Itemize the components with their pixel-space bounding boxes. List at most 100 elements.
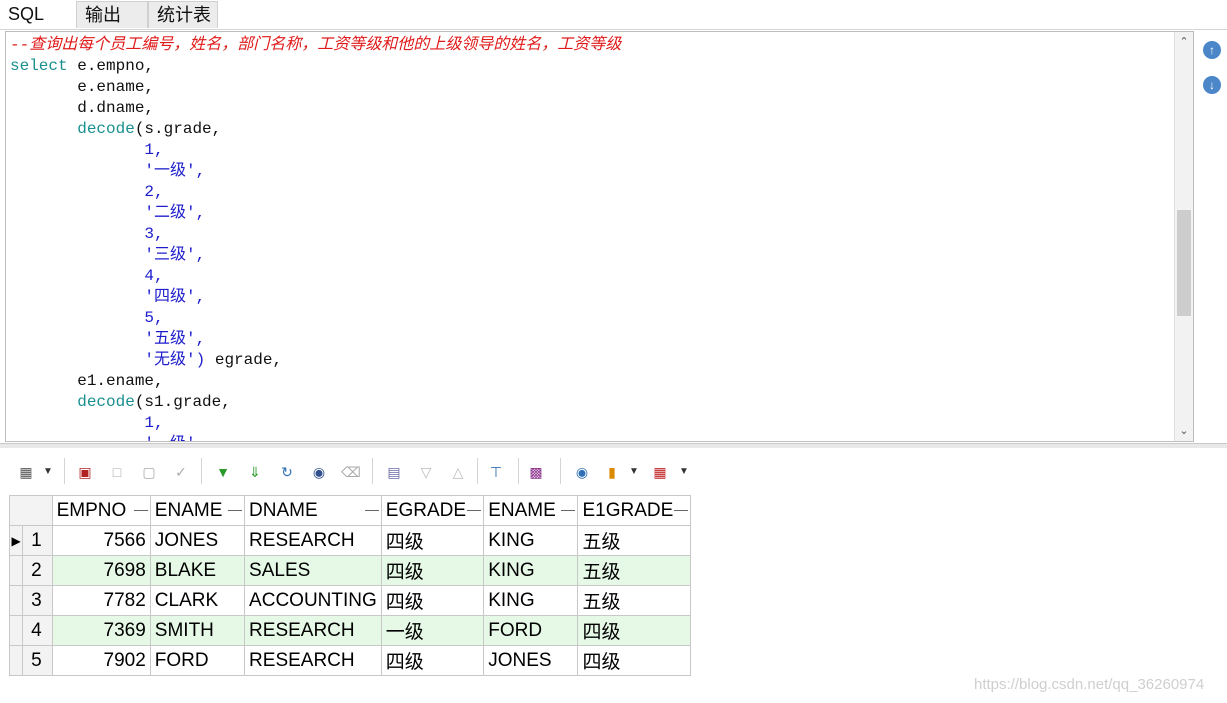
- lock-icon[interactable]: ▣: [75, 462, 95, 482]
- cell-dname[interactable]: RESEARCH: [244, 525, 382, 556]
- cell-dname[interactable]: ACCOUNTING: [244, 585, 382, 616]
- sort-desc-icon[interactable]: ▽: [416, 462, 436, 482]
- row-indicator[interactable]: [8, 645, 24, 676]
- cell-egrade[interactable]: 四级: [380, 585, 485, 616]
- cell-empno[interactable]: 7698: [51, 555, 151, 586]
- cell-e1grade[interactable]: 五级: [577, 585, 691, 616]
- cell-ename[interactable]: SMITH: [149, 615, 246, 646]
- code-line: decode(s1.grade,: [10, 392, 621, 413]
- row-number[interactable]: 1: [22, 525, 53, 556]
- code-token-str: '五级',: [144, 330, 206, 348]
- cell-dname[interactable]: RESEARCH: [244, 645, 382, 676]
- cell-e1grade[interactable]: 五级: [577, 555, 691, 586]
- row-number[interactable]: 3: [22, 585, 53, 616]
- code-line: '三级',: [10, 245, 621, 266]
- column-header-empno[interactable]: EMPNO: [51, 495, 151, 526]
- find-icon[interactable]: ◉: [309, 462, 329, 482]
- cell-empno[interactable]: 7902: [51, 645, 151, 676]
- tab-statistics[interactable]: 统计表: [148, 1, 218, 28]
- row-number[interactable]: 5: [22, 645, 53, 676]
- table-row[interactable]: 3 7782 CLARK ACCOUNTING 四级 KING 五级: [8, 585, 691, 616]
- code-token-fn: decode: [77, 393, 135, 411]
- cell-dname[interactable]: RESEARCH: [244, 615, 382, 646]
- chart-dropdown-chevron-down-icon[interactable]: ▼: [624, 462, 644, 482]
- editor-vertical-scrollbar[interactable]: ⌃ ⌄: [1174, 32, 1193, 441]
- table-dropdown-chevron-down-icon[interactable]: ▼: [674, 462, 694, 482]
- cell-empno[interactable]: 7782: [51, 585, 151, 616]
- tab-output[interactable]: 输出: [76, 1, 148, 28]
- row-indicator[interactable]: [8, 555, 24, 586]
- row-number[interactable]: 4: [22, 615, 53, 646]
- code-line: '二级',: [10, 203, 621, 224]
- scroll-down-arrow-icon[interactable]: ⌄: [1178, 425, 1190, 437]
- current-row-indicator-icon[interactable]: ▶: [8, 525, 24, 556]
- cell-dname[interactable]: SALES: [244, 555, 382, 586]
- post-changes-icon[interactable]: ✓: [171, 462, 191, 482]
- code-token-rest: e1.ename,: [77, 372, 164, 390]
- column-header-manager-ename[interactable]: ENAME: [483, 495, 579, 526]
- table-row[interactable]: ▶ 1 7566 JONES RESEARCH 四级 KING 五级: [8, 525, 691, 556]
- delete-record-icon[interactable]: ▢: [139, 462, 159, 482]
- sql-code[interactable]: --查询出每个员工编号，姓名，部门名称，工资等级和他的上级领导的姓名，工资等级 s…: [10, 35, 621, 441]
- next-statement-icon[interactable]: ↓: [1203, 76, 1221, 94]
- cell-ename[interactable]: FORD: [149, 645, 246, 676]
- code-line: 3,: [10, 224, 621, 245]
- code-token-str: '二级',: [144, 204, 206, 222]
- cell-e1grade[interactable]: 四级: [577, 645, 691, 676]
- cell-egrade[interactable]: 四级: [380, 645, 485, 676]
- sql-editor[interactable]: --查询出每个员工编号，姓名，部门名称，工资等级和他的上级领导的姓名，工资等级 s…: [5, 31, 1194, 442]
- scroll-up-arrow-icon[interactable]: ⌃: [1178, 36, 1190, 48]
- cell-mgr[interactable]: JONES: [483, 645, 579, 676]
- table-row[interactable]: 2 7698 BLAKE SALES 四级 KING 五级: [8, 555, 691, 586]
- code-line: e1.ename,: [10, 371, 621, 392]
- table-row[interactable]: 5 7902 FORD RESEARCH 四级 JONES 四级: [8, 645, 691, 676]
- code-token-rest: egrade,: [205, 351, 283, 369]
- column-header-dname[interactable]: DNAME: [244, 495, 382, 526]
- chart-icon[interactable]: ▮: [602, 462, 622, 482]
- cell-empno[interactable]: 7369: [51, 615, 151, 646]
- cell-empno[interactable]: 7566: [51, 525, 151, 556]
- result-grid[interactable]: EMPNO ENAME DNAME EGRADE ENAME E1GRADE ▶…: [8, 495, 691, 676]
- cell-e1grade[interactable]: 四级: [577, 615, 691, 646]
- query-by-example-icon[interactable]: ⊤: [486, 462, 506, 482]
- code-line: 5,: [10, 308, 621, 329]
- code-line: 2,: [10, 182, 621, 203]
- cell-mgr[interactable]: KING: [483, 525, 579, 556]
- cell-ename[interactable]: CLARK: [149, 585, 246, 616]
- table-view-icon[interactable]: ▦: [650, 462, 670, 482]
- cell-mgr[interactable]: KING: [483, 555, 579, 586]
- table-row[interactable]: 4 7369 SMITH RESEARCH 一级 FORD 四级: [8, 615, 691, 646]
- grid-options-icon[interactable]: ▦: [16, 462, 36, 482]
- column-header-e1grade[interactable]: E1GRADE: [577, 495, 691, 526]
- sort-asc-icon[interactable]: △: [448, 462, 468, 482]
- column-header-egrade[interactable]: EGRADE: [380, 495, 485, 526]
- single-record-icon[interactable]: ▤: [384, 462, 404, 482]
- grid-corner[interactable]: [9, 495, 53, 526]
- cell-ename[interactable]: JONES: [149, 525, 246, 556]
- row-number[interactable]: 2: [22, 555, 53, 586]
- row-indicator[interactable]: [8, 585, 24, 616]
- scrollbar-thumb[interactable]: [1177, 210, 1191, 316]
- cell-egrade[interactable]: 一级: [380, 615, 485, 646]
- cell-ename[interactable]: BLAKE: [149, 555, 246, 586]
- fetch-all-icon[interactable]: ⇓: [245, 462, 265, 482]
- cell-egrade[interactable]: 四级: [380, 555, 485, 586]
- tab-sql[interactable]: SQL: [0, 1, 76, 28]
- fetch-next-icon[interactable]: ▼: [213, 462, 233, 482]
- code-token-str: '无级'): [144, 351, 206, 369]
- cell-mgr[interactable]: FORD: [483, 615, 579, 646]
- add-record-icon[interactable]: □: [107, 462, 127, 482]
- previous-statement-icon[interactable]: ↑: [1203, 41, 1221, 59]
- cell-mgr[interactable]: KING: [483, 585, 579, 616]
- row-indicator[interactable]: [8, 615, 24, 646]
- clear-icon[interactable]: ⌫: [341, 462, 361, 482]
- code-token-str: '一级',: [144, 162, 206, 180]
- cell-e1grade[interactable]: 五级: [577, 525, 691, 556]
- export-icon[interactable]: ◉: [572, 462, 592, 482]
- chevron-down-icon[interactable]: ▼: [38, 462, 58, 482]
- column-header-ename[interactable]: ENAME: [149, 495, 246, 526]
- code-line: '一级',: [10, 434, 621, 441]
- refresh-icon[interactable]: ↻: [277, 462, 297, 482]
- cell-egrade[interactable]: 四级: [380, 525, 485, 556]
- save-icon[interactable]: ▩: [526, 462, 546, 482]
